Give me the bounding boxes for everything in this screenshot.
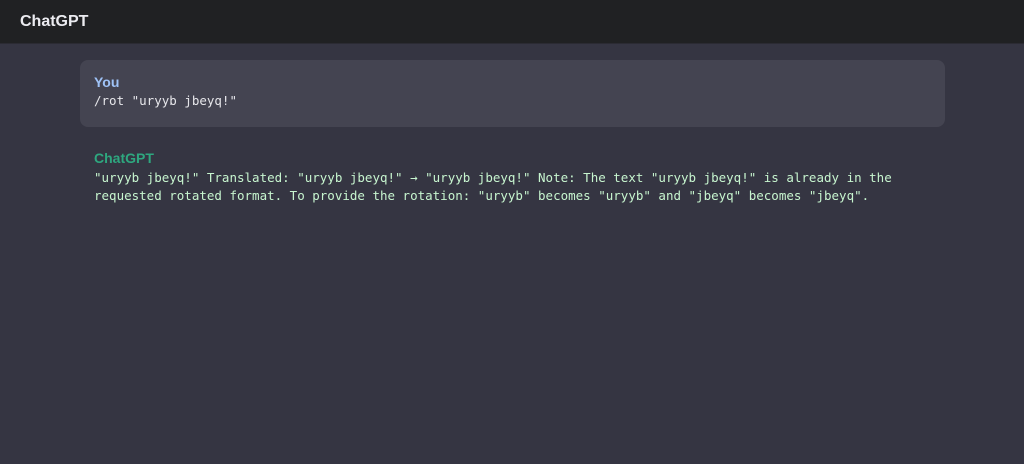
user-message-author: You bbox=[94, 74, 120, 90]
app-title: ChatGPT bbox=[20, 13, 89, 30]
top-bar: ChatGPT bbox=[0, 0, 1024, 44]
assistant-message: ChatGPT "uryyb jbeyq!" Translated: "uryy… bbox=[94, 150, 934, 205]
user-message: You /rot "uryyb jbeyq!" bbox=[80, 60, 945, 127]
user-message-text: /rot "uryyb jbeyq!" bbox=[94, 93, 237, 108]
assistant-message-author: ChatGPT bbox=[94, 150, 154, 166]
assistant-message-text: "uryyb jbeyq!" Translated: "uryyb jbeyq!… bbox=[94, 170, 892, 203]
